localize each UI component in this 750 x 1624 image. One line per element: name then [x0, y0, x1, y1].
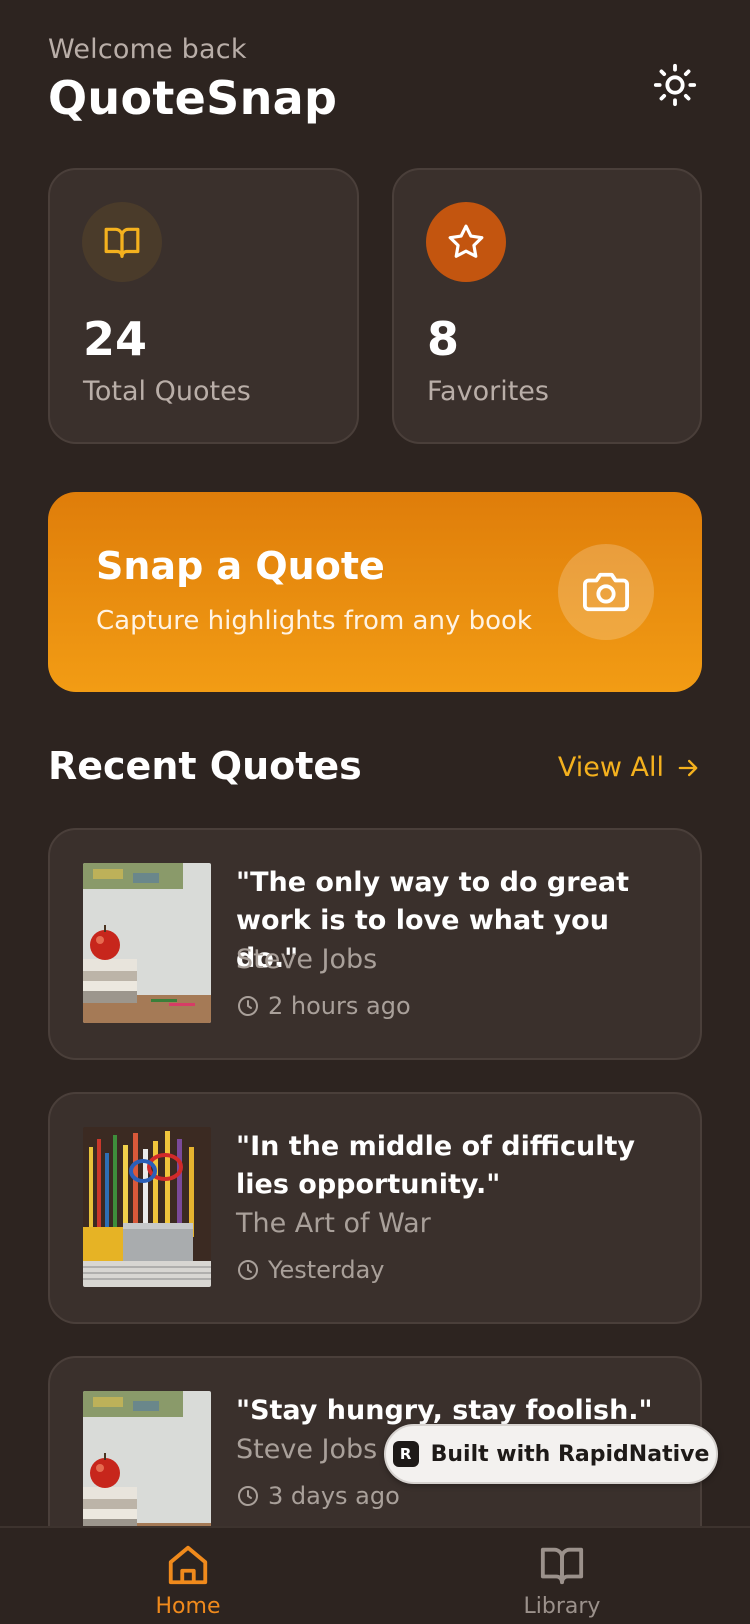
clock-icon: [238, 1260, 258, 1280]
book-icon: [104, 227, 140, 258]
total-quotes-label: Total Quotes: [83, 376, 251, 407]
badge-label: Built with RapidNative: [430, 1441, 710, 1467]
view-all-link[interactable]: View All: [558, 752, 702, 783]
favorites-value: 8: [427, 312, 460, 366]
quote-time: 2 hours ago: [236, 992, 411, 1020]
theme-toggle-button[interactable]: [650, 60, 700, 110]
star-icon-badge: [426, 202, 506, 282]
header: Welcome back QuoteSnap: [48, 34, 702, 134]
rapidnative-logo-icon: R: [392, 1441, 419, 1467]
clock-icon: [238, 1486, 258, 1506]
nav-label-library: Library: [523, 1594, 601, 1619]
nav-label-home: Home: [155, 1594, 221, 1619]
arrow-right-icon: [678, 759, 698, 776]
total-quotes-card[interactable]: 24 Total Quotes: [48, 168, 359, 444]
snap-quote-button[interactable]: Snap a Quote Capture highlights from any…: [48, 492, 702, 692]
quote-text: "In the middle of difficulty lies opport…: [236, 1131, 635, 1200]
star-icon: [448, 224, 484, 258]
snap-title: Snap a Quote: [96, 544, 385, 588]
bottom-nav: Home Library: [0, 1526, 750, 1624]
quote-time-label: 3 days ago: [268, 1482, 400, 1510]
quote-thumbnail: [83, 863, 211, 1023]
recent-quotes-title: Recent Quotes: [48, 744, 362, 788]
quote-card[interactable]: "In the middle of difficulty lies opport…: [48, 1092, 702, 1324]
nav-item-home[interactable]: Home: [118, 1542, 258, 1624]
stats-row: 24 Total Quotes 8 Favorites: [48, 168, 702, 444]
camera-icon-badge: [558, 544, 654, 640]
welcome-text: Welcome back: [48, 34, 247, 65]
quote-time-label: 2 hours ago: [268, 992, 411, 1020]
favorites-label: Favorites: [427, 376, 549, 407]
quote-time-label: Yesterday: [268, 1256, 385, 1284]
apple-books-photo: [83, 863, 211, 1023]
snap-subtitle: Capture highlights from any book: [96, 606, 532, 636]
favorites-card[interactable]: 8 Favorites: [392, 168, 702, 444]
built-with-badge[interactable]: R Built with RapidNative: [384, 1424, 718, 1484]
pencils-cup-photo: [83, 1127, 211, 1287]
total-quotes-value: 24: [83, 312, 148, 366]
book-icon-badge: [82, 202, 162, 282]
app-title: QuoteSnap: [48, 71, 338, 125]
quote-card[interactable]: "The only way to do great work is to lov…: [48, 828, 702, 1060]
quote-time: Yesterday: [236, 1256, 385, 1284]
quote-author: Steve Jobs: [236, 944, 378, 975]
camera-icon: [583, 572, 629, 612]
nav-item-library[interactable]: Library: [492, 1542, 632, 1624]
quote-author: The Art of War: [236, 1208, 431, 1239]
library-icon: [540, 1547, 584, 1585]
home-icon: [168, 1545, 208, 1585]
quote-author: Steve Jobs: [236, 1434, 378, 1465]
sun-icon: [653, 63, 697, 107]
quote-time: 3 days ago: [236, 1482, 400, 1510]
quote-thumbnail: [83, 1127, 211, 1287]
clock-icon: [238, 996, 258, 1016]
view-all-label: View All: [557, 752, 664, 783]
